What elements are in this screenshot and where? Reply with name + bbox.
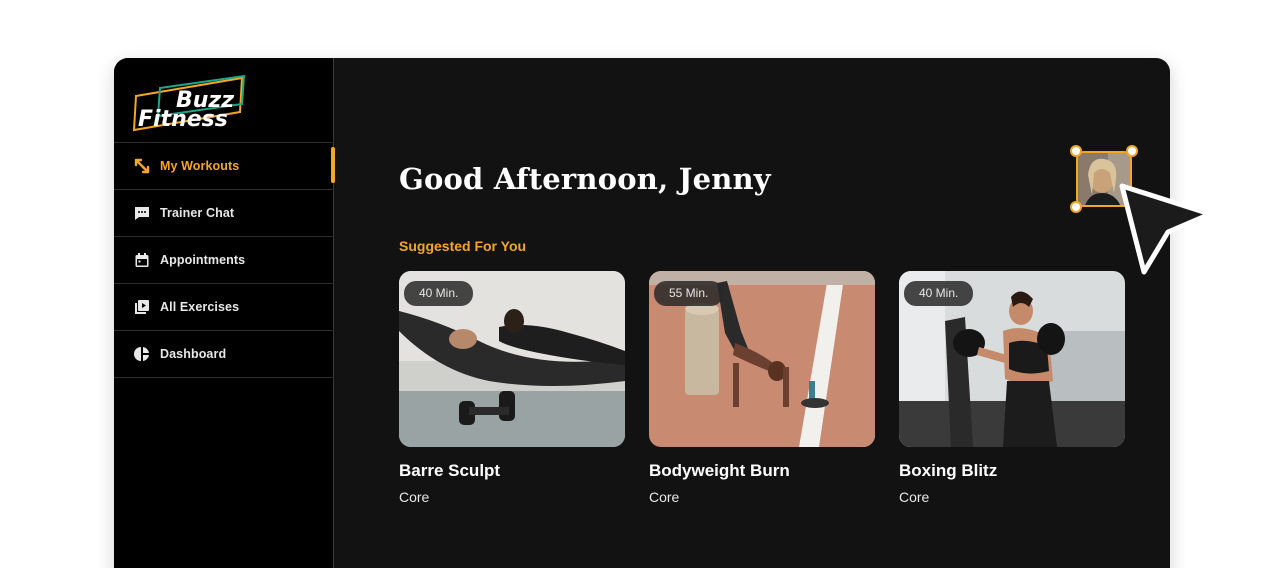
calendar-icon [134, 252, 150, 268]
buzz-fitness-logo[interactable]: Buzz Fitness [132, 74, 252, 140]
greeting-heading: Good Afternoon, Jenny [399, 162, 771, 196]
workout-card-barre-sculpt[interactable]: 40 Min. Barre Sculpt Core [399, 271, 625, 505]
chat-bubble-icon [134, 205, 150, 221]
duration-badge: 55 Min. [654, 281, 724, 306]
sidebar-nav: My Workouts Trainer Chat Appointments Al… [114, 142, 335, 378]
sidebar: Buzz Fitness My Workouts Trainer Chat Ap… [114, 58, 335, 568]
sidebar-item-label: Dashboard [160, 347, 227, 361]
duration-badge: 40 Min. [904, 281, 974, 306]
workout-thumbnail[interactable]: 55 Min. [649, 271, 875, 447]
suggested-section-title: Suggested For You [399, 238, 527, 254]
expand-arrows-icon [134, 158, 150, 174]
resize-handle-top-right[interactable] [1126, 145, 1138, 157]
workout-category: Core [649, 489, 680, 505]
sidebar-item-label: My Workouts [160, 159, 240, 173]
workout-thumbnail[interactable]: 40 Min. [899, 271, 1125, 447]
workout-title[interactable]: Barre Sculpt [399, 461, 625, 481]
video-library-icon [134, 299, 150, 315]
main-content: Good Afternoon, Jenny Suggested For You [335, 58, 1170, 568]
workout-category: Core [399, 489, 430, 505]
sidebar-item-label: All Exercises [160, 300, 240, 314]
workout-category: Core [899, 489, 930, 505]
pie-chart-icon [134, 346, 150, 362]
resize-handle-bottom-left[interactable] [1070, 201, 1082, 213]
app-window: Buzz Fitness My Workouts Trainer Chat Ap… [114, 58, 1170, 568]
workout-card-boxing-blitz[interactable]: 40 Min. Boxing Blitz Core [899, 271, 1125, 505]
workout-thumbnail[interactable]: 40 Min. [399, 271, 625, 447]
workout-card-bodyweight-burn[interactable]: 55 Min. Bodyweight Burn Core [649, 271, 875, 505]
sidebar-item-trainer-chat[interactable]: Trainer Chat [114, 190, 334, 237]
sidebar-item-all-exercises[interactable]: All Exercises [114, 284, 334, 331]
sidebar-item-appointments[interactable]: Appointments [114, 237, 334, 284]
sidebar-item-label: Appointments [160, 253, 246, 267]
mouse-pointer-icon [1110, 176, 1214, 282]
sidebar-item-my-workouts[interactable]: My Workouts [114, 143, 335, 190]
sidebar-item-label: Trainer Chat [160, 206, 235, 220]
resize-handle-top-left[interactable] [1070, 145, 1082, 157]
duration-badge: 40 Min. [404, 281, 474, 306]
workout-title[interactable]: Boxing Blitz [899, 461, 1125, 481]
svg-text:Fitness: Fitness [138, 107, 228, 132]
sidebar-item-dashboard[interactable]: Dashboard [114, 331, 334, 378]
workout-title[interactable]: Bodyweight Burn [649, 461, 875, 481]
